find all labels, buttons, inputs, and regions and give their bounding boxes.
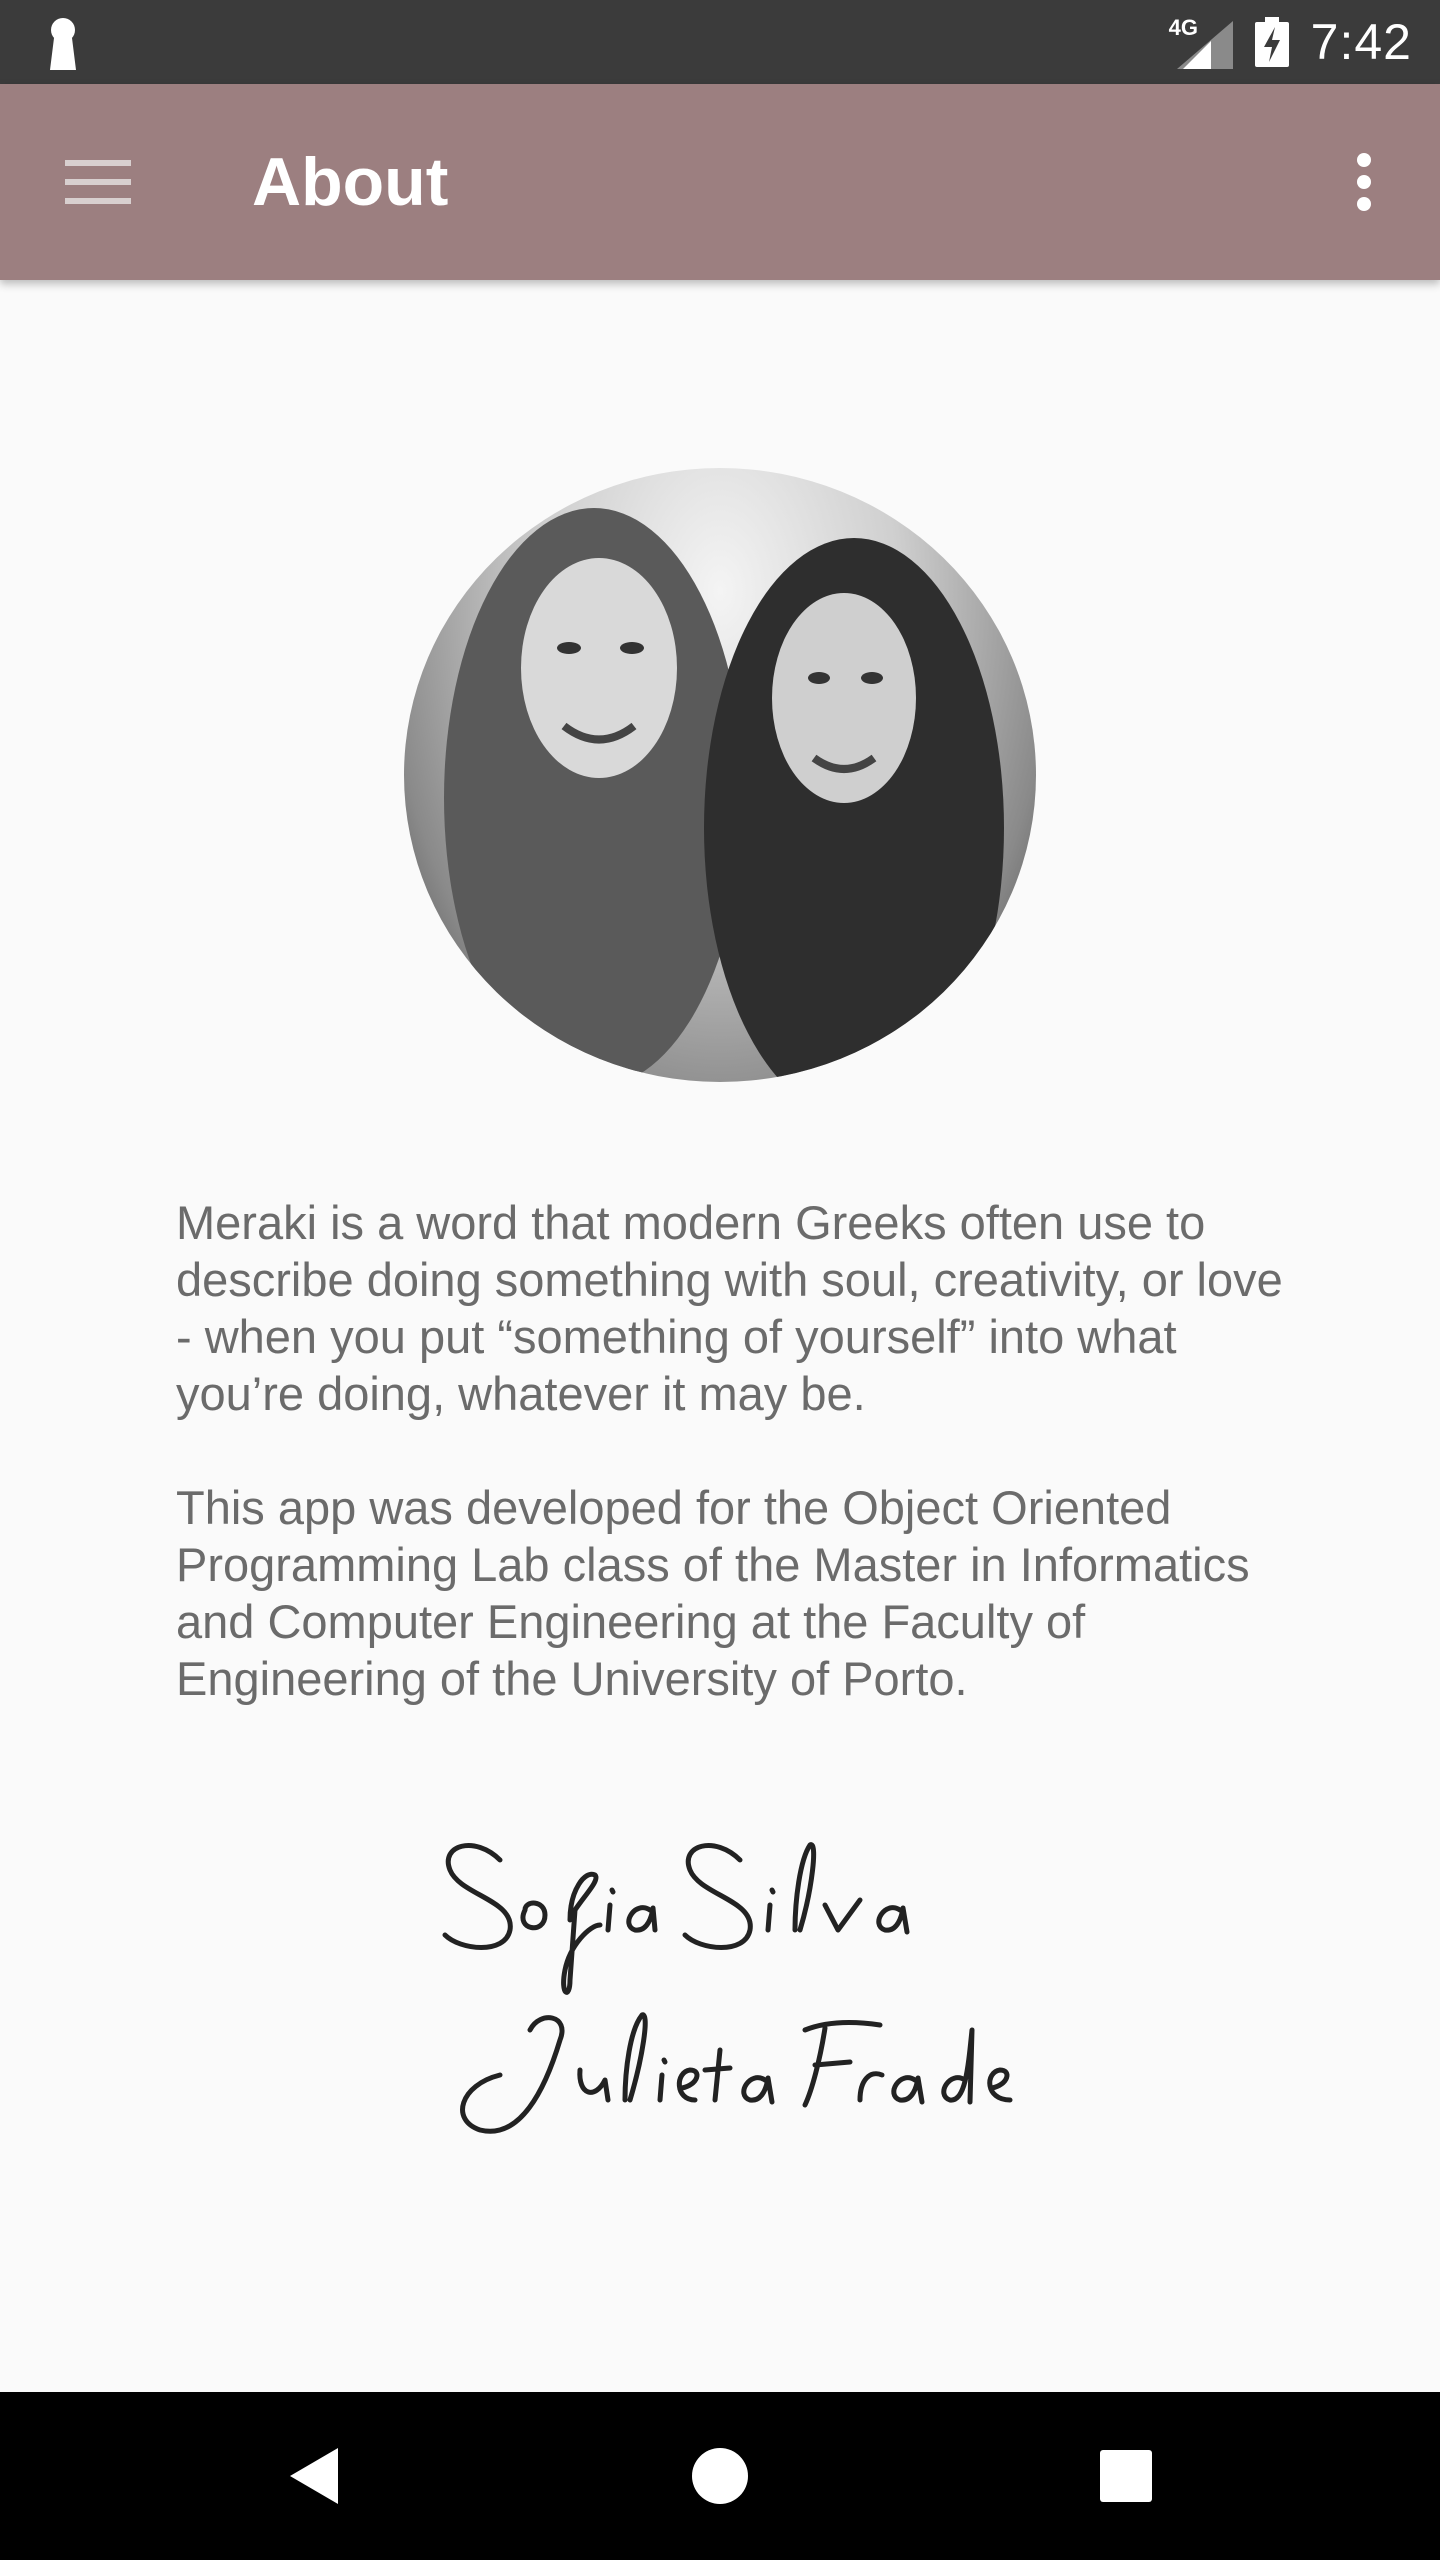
about-description: Meraki is a word that modern Greeks ofte…	[176, 1194, 1286, 1707]
about-screen: 4G 7:42 About Meraki is a word that mode…	[0, 0, 1440, 2560]
home-button[interactable]	[668, 2424, 772, 2528]
keyhole-icon	[50, 18, 76, 70]
navigation-bar	[0, 2392, 1440, 2560]
recents-icon	[1100, 2450, 1152, 2502]
authors-signature	[442, 1842, 1013, 2134]
recents-button[interactable]	[1074, 2424, 1178, 2528]
menu-button[interactable]	[50, 134, 146, 230]
signal-indicator: 4G	[1169, 15, 1233, 69]
more-options-button[interactable]	[1316, 134, 1412, 230]
battery-charging-icon	[1254, 17, 1289, 67]
app-bar: About	[0, 84, 1440, 280]
status-time: 7:42	[1310, 14, 1412, 70]
more-vert-icon	[1357, 153, 1371, 211]
status-bar: 4G 7:42	[0, 0, 1440, 84]
back-button[interactable]	[262, 2424, 366, 2528]
page-title: About	[252, 144, 449, 220]
hamburger-menu-icon	[65, 160, 131, 204]
signal-icon	[1176, 21, 1233, 69]
about-paragraph-meraki: Meraki is a word that modern Greeks ofte…	[176, 1196, 1283, 1420]
photo-silhouettes	[444, 508, 1004, 1082]
status-icons: 4G 7:42	[1169, 0, 1412, 84]
about-paragraph-app: This app was developed for the Object Or…	[176, 1481, 1250, 1705]
back-icon	[290, 2448, 338, 2504]
home-icon	[692, 2448, 748, 2504]
authors-photo	[404, 468, 1036, 1082]
